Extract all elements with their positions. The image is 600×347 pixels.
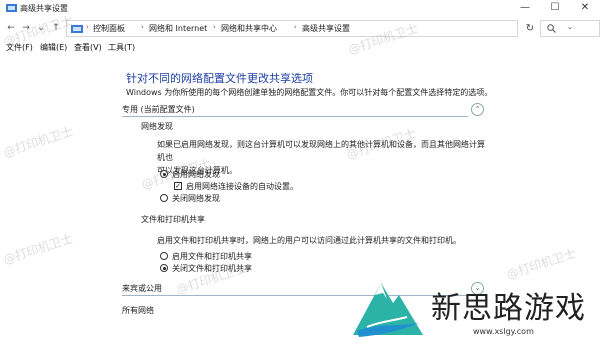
menu-edit[interactable]: 编辑(E) bbox=[40, 42, 67, 53]
checkbox-auto-setup-label: 启用网络连接设备的自动设置。 bbox=[186, 182, 298, 191]
menu-view[interactable]: 查看(V) bbox=[74, 42, 102, 53]
search-icon bbox=[547, 24, 556, 33]
refresh-button[interactable]: ↻ bbox=[522, 22, 538, 37]
window-title: 高级共享设置 bbox=[20, 4, 68, 13]
checkbox-auto-setup[interactable]: ✓ 启用网络连接设备的自动设置。 bbox=[174, 181, 394, 191]
menu-tools[interactable]: 工具(T) bbox=[108, 42, 135, 53]
file-print-sharing-text: 启用文件和打印机共享时，网络上的用户可以访问通过此计算机共享的文件和打印机。 bbox=[157, 236, 461, 245]
address-row: ← → ⌄ ↑ › 控制面板 › 网络和 Internet › 网络和共享中心 … bbox=[0, 18, 600, 39]
radio-discovery-off-label: 关闭网络发现 bbox=[172, 194, 220, 203]
breadcrumb-advanced-sharing[interactable]: 高级共享设置 bbox=[302, 23, 350, 34]
breadcrumb-network-sharing-center[interactable]: 网络和共享中心 bbox=[221, 23, 277, 34]
brand-logo: 新思路游戏 www.xslgy.com bbox=[345, 265, 600, 347]
checkbox-checked-icon[interactable]: ✓ bbox=[174, 182, 182, 190]
radio-selected-icon[interactable] bbox=[160, 264, 168, 272]
breadcrumb-separator: › bbox=[213, 23, 216, 31]
section-divider bbox=[122, 116, 468, 117]
search-input[interactable] bbox=[540, 20, 600, 37]
radio-unselected-icon[interactable] bbox=[160, 252, 168, 260]
radio-discovery-off[interactable]: 关闭网络发现 bbox=[160, 193, 360, 203]
breadcrumb-control-panel[interactable]: 控制面板 bbox=[93, 23, 125, 34]
breadcrumb-separator: › bbox=[86, 23, 89, 31]
brand-name: 新思路游戏 bbox=[431, 291, 586, 326]
profile-all-label: 所有网络 bbox=[122, 306, 154, 315]
page-heading: 针对不同的网络配置文件更改共享选项 bbox=[126, 72, 313, 85]
collapse-up-icon[interactable]: ⌃ bbox=[471, 103, 484, 116]
page-description: Windows 为你所使用的每个网络创建单独的网络配置文件。你可以针对每个配置文… bbox=[126, 88, 493, 97]
radio-file-print-on[interactable]: 启用文件和打印机共享 bbox=[160, 251, 360, 261]
profile-private-label: 专用 (当前配置文件) bbox=[122, 105, 195, 114]
brand-url: www.xslgy.com bbox=[473, 327, 534, 336]
close-button[interactable]: ✕ bbox=[570, 0, 600, 17]
radio-file-print-off[interactable]: 关闭文件和打印机共享 bbox=[160, 263, 360, 273]
network-folder-icon bbox=[6, 4, 17, 12]
network-discovery-title: 网络发现 bbox=[141, 122, 173, 131]
menu-bar: 文件(F) 编辑(E) 查看(V) 工具(T) bbox=[0, 40, 600, 53]
breadcrumb-separator: › bbox=[141, 23, 144, 31]
title-bar: 高级共享设置 — ☐ ✕ bbox=[0, 0, 600, 17]
address-bar[interactable]: › 控制面板 › 网络和 Internet › 网络和共享中心 › 高级共享设置… bbox=[66, 20, 573, 37]
breadcrumb-separator: › bbox=[294, 23, 297, 31]
breadcrumb-network-internet[interactable]: 网络和 Internet bbox=[149, 23, 207, 34]
minimize-button[interactable]: — bbox=[510, 0, 540, 17]
mountain-logo-icon bbox=[353, 283, 423, 337]
profile-private-header[interactable]: 专用 (当前配置文件) ⌃ bbox=[122, 103, 484, 117]
radio-unselected-icon[interactable] bbox=[160, 194, 168, 202]
maximize-button[interactable]: ☐ bbox=[540, 0, 570, 17]
file-print-sharing-title: 文件和打印机共享 bbox=[141, 215, 205, 224]
profile-guest-label: 来宾或公用 bbox=[122, 284, 162, 293]
